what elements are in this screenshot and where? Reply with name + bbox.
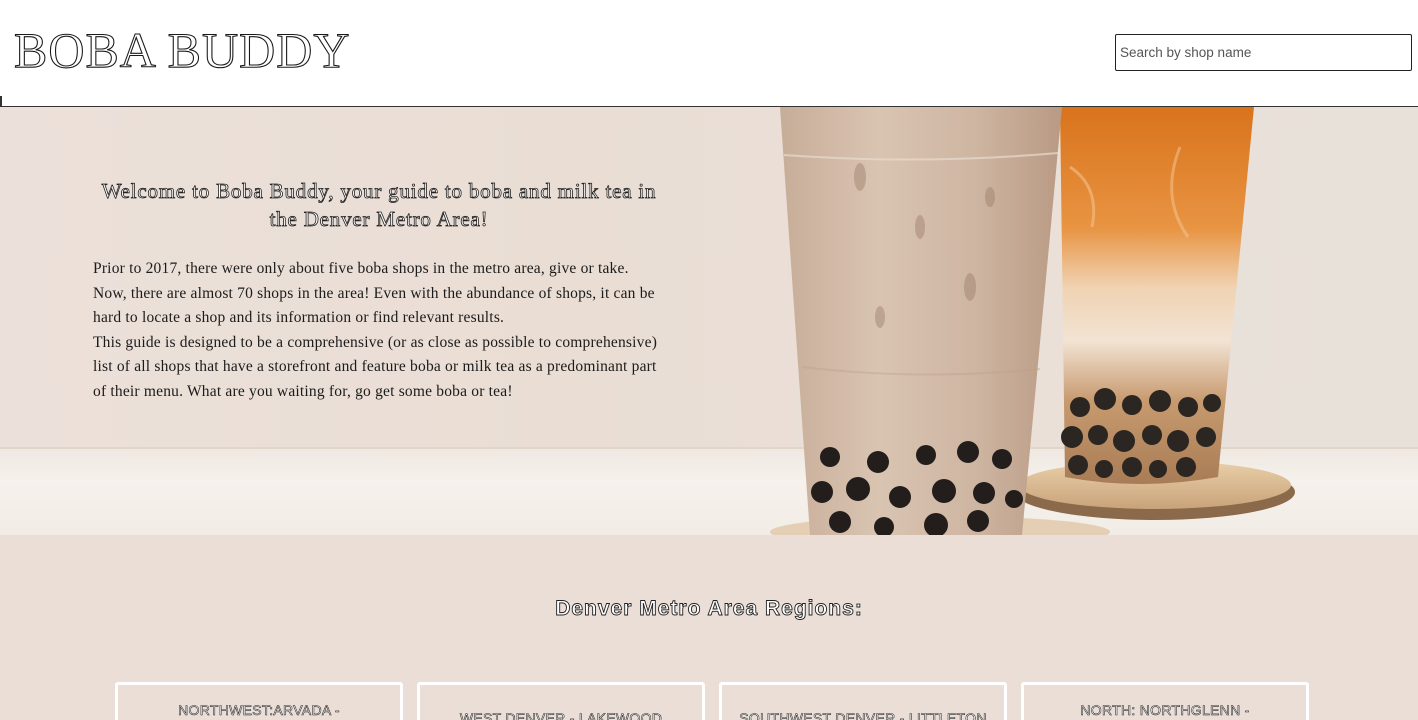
hero-section: Welcome to Boba Buddy, your guide to bob… xyxy=(0,107,1418,535)
hero-description: Prior to 2017, there were only about fiv… xyxy=(93,257,665,404)
hero-intro: Welcome to Boba Buddy, your guide to bob… xyxy=(93,177,665,404)
search-input[interactable] xyxy=(1115,34,1412,71)
hero-title: Welcome to Boba Buddy, your guide to bob… xyxy=(101,179,657,232)
regions-title: Denver Metro Area Regions: xyxy=(555,597,863,621)
region-card-northwest[interactable]: NORTHWEST:ARVADA - xyxy=(115,682,403,720)
regions-section: Denver Metro Area Regions: NORTHWEST:ARV… xyxy=(0,535,1418,720)
region-card-southwest-denver[interactable]: SOUTHWEST DENVER - LITTLETON xyxy=(719,682,1007,720)
region-card-west-denver[interactable]: WEST DENVER - LAKEWOOD xyxy=(417,682,705,720)
hero-paragraph: This guide is designed to be a comprehen… xyxy=(93,333,658,400)
region-card-north[interactable]: NORTH: NORTHGLENN - xyxy=(1021,682,1309,720)
site-header: BOBA BUDDY xyxy=(0,0,1418,107)
header-divider-mark xyxy=(0,96,2,106)
site-logo[interactable]: BOBA BUDDY xyxy=(13,21,350,78)
boba-milk-tea-cups-image xyxy=(770,107,1295,535)
hero-paragraph: Prior to 2017, there were only about fiv… xyxy=(93,260,655,326)
